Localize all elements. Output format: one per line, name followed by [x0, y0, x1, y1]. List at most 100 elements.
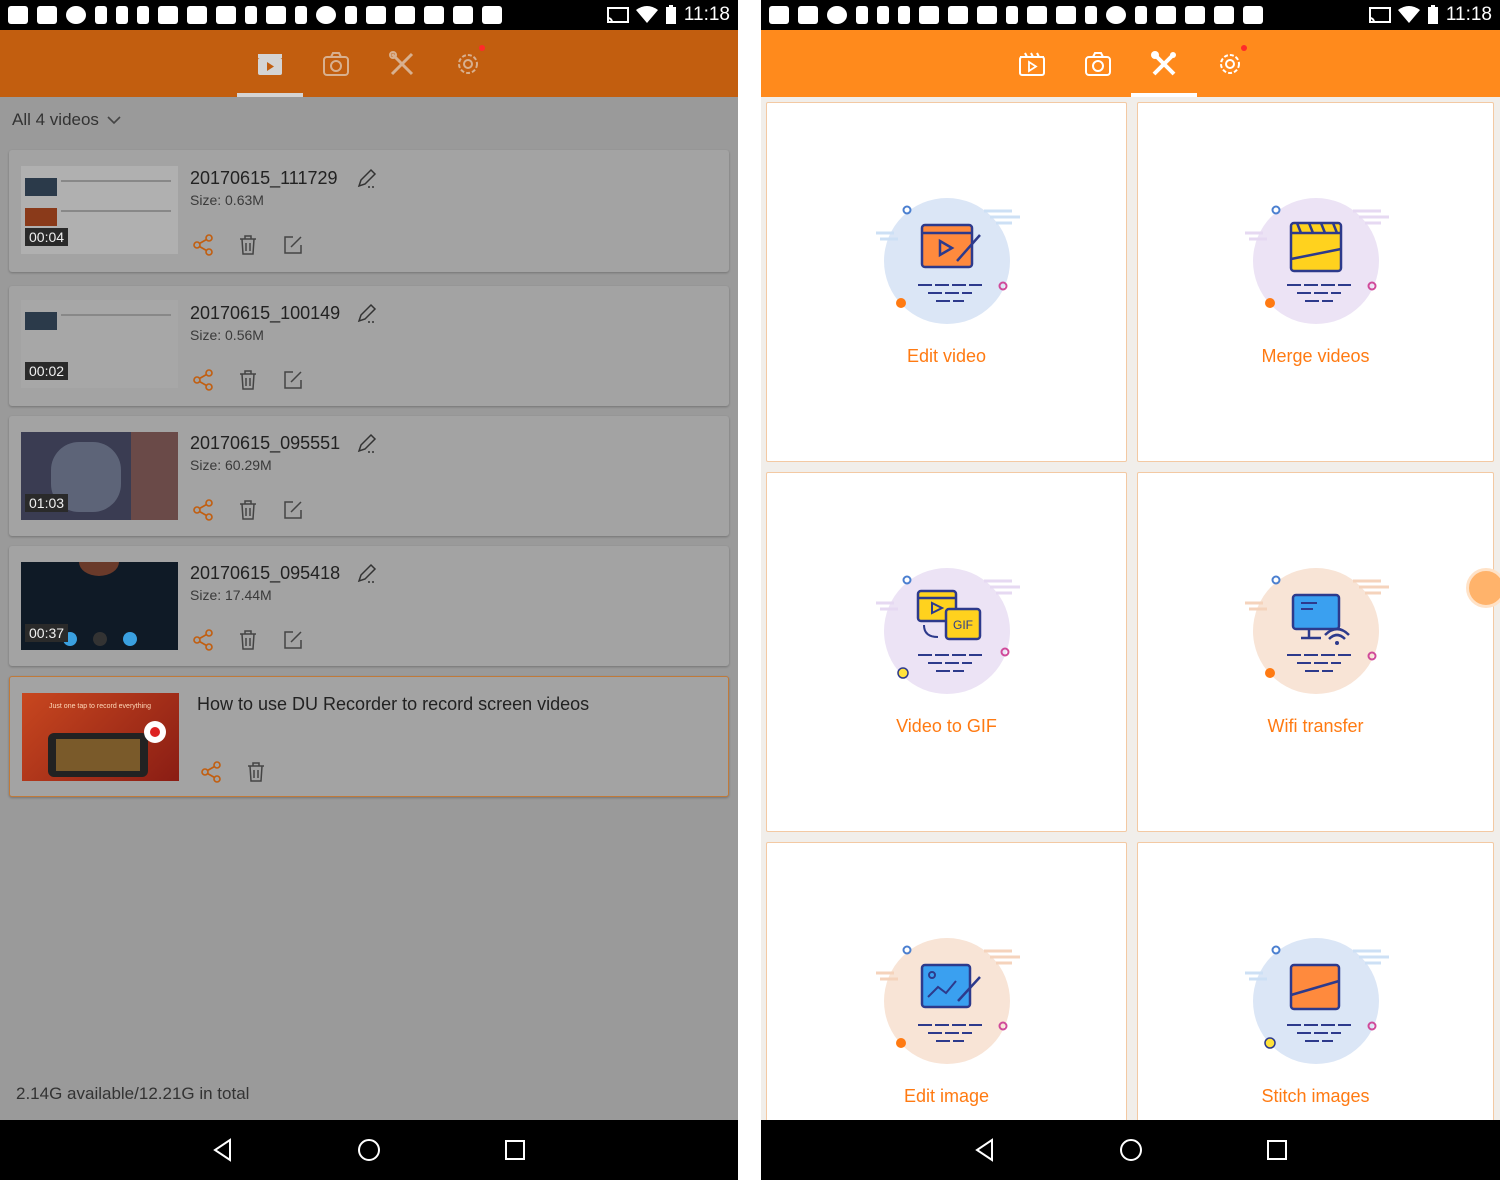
tutorial-card[interactable]: Just one tap to record everything How to…: [9, 676, 729, 797]
cast-icon: [1368, 7, 1391, 23]
edit-video-icon: [876, 198, 1020, 324]
delete-icon[interactable]: [237, 499, 259, 521]
tutorial-thumbnail[interactable]: Just one tap to record everything: [22, 693, 179, 781]
tab-tools[interactable]: [1130, 30, 1197, 97]
video-card[interactable]: 00:04 20170615_111729 Size: 0.63M: [9, 150, 729, 272]
tab-screenshots[interactable]: [1065, 30, 1131, 97]
share-icon[interactable]: [192, 369, 214, 391]
video-title: 20170615_095551: [190, 433, 341, 453]
tutorial-title: How to use DU Recorder to record screen …: [197, 694, 590, 714]
app-icon: [366, 6, 386, 24]
edit-icon[interactable]: [282, 499, 304, 521]
delete-icon[interactable]: [237, 629, 259, 651]
camera-icon: [323, 51, 349, 76]
home-icon[interactable]: [1118, 1137, 1144, 1163]
app-icon: [1156, 6, 1176, 24]
video-thumbnail[interactable]: 00:04: [21, 166, 178, 254]
edit-icon[interactable]: [282, 369, 304, 391]
tool-video-to-gif[interactable]: GIF Video to GIF: [766, 472, 1127, 832]
upload-icon: [345, 6, 357, 24]
chat-icon: [769, 6, 789, 24]
book-icon: [1185, 6, 1205, 24]
camera-icon: [1084, 51, 1111, 76]
cast-icon: [606, 7, 629, 23]
merge-videos-icon: [1245, 198, 1389, 324]
rename-pencil-icon[interactable]: [356, 302, 378, 324]
app-f-icon: [116, 6, 128, 24]
tab-screenshots[interactable]: [303, 30, 369, 97]
tool-edit-image[interactable]: Edit image: [766, 842, 1127, 1142]
video-card[interactable]: 01:03 20170615_095551 Size: 60.29M: [9, 416, 729, 536]
edit-icon[interactable]: [282, 629, 304, 651]
app-f-icon: [95, 6, 107, 24]
settings-badge: [479, 45, 485, 51]
share-icon[interactable]: [192, 234, 214, 256]
tool-label: Merge videos: [1261, 346, 1370, 366]
system-status: 11:18: [1368, 4, 1492, 26]
recents-icon[interactable]: [502, 1137, 528, 1163]
share-icon[interactable]: [200, 761, 222, 783]
tool-wifi-transfer[interactable]: Wifi transfer: [1137, 472, 1494, 832]
edit-icon[interactable]: [282, 234, 304, 256]
video-duration: 00:02: [25, 362, 69, 380]
rename-pencil-icon[interactable]: [356, 432, 378, 454]
upload-icon: [1135, 6, 1147, 24]
wifi-transfer-icon: [1245, 568, 1389, 694]
assistant-icon: [1106, 6, 1126, 24]
video-title: 20170615_095418: [190, 563, 341, 583]
tool-edit-video[interactable]: Edit video: [766, 102, 1127, 462]
video-thumbnail[interactable]: 00:37: [21, 562, 178, 650]
video-size: Size: 60.29M: [190, 457, 272, 473]
video-filter-dropdown[interactable]: All 4 videos: [12, 110, 121, 130]
settings-notif-icon: [66, 6, 86, 24]
tab-settings[interactable]: [1197, 30, 1263, 97]
home-icon[interactable]: [356, 1137, 382, 1163]
youtube-icon: [977, 6, 997, 24]
top-tab-bar: [0, 30, 738, 97]
card-icon: [424, 6, 444, 24]
top-tab-bar: [761, 30, 1500, 97]
tool-merge-videos[interactable]: Merge videos: [1137, 102, 1494, 462]
recents-icon[interactable]: [1264, 1137, 1290, 1163]
share-icon[interactable]: [192, 499, 214, 521]
video-thumbnail[interactable]: 01:03: [21, 432, 178, 520]
download-icon: [245, 6, 257, 24]
share-icon[interactable]: [192, 629, 214, 651]
tools-icon: [1150, 50, 1176, 75]
chevron-down-icon: [107, 116, 121, 125]
video-size: Size: 0.56M: [190, 327, 264, 343]
settings-notif-icon: [827, 6, 847, 24]
video-title: 20170615_111729: [190, 168, 338, 188]
tab-tools[interactable]: [369, 30, 435, 97]
delete-icon[interactable]: [245, 761, 267, 783]
video-thumbnail[interactable]: 00:02: [21, 300, 178, 388]
video-clapper-icon: [258, 53, 282, 75]
battery-icon: [1427, 5, 1438, 24]
delete-icon[interactable]: [237, 369, 259, 391]
tab-videos[interactable]: [237, 30, 303, 97]
tool-label: Wifi transfer: [1267, 716, 1364, 736]
delete-icon[interactable]: [237, 234, 259, 256]
tab-settings[interactable]: [435, 30, 501, 97]
floating-record-button[interactable]: [1466, 568, 1500, 608]
tool-stitch-images[interactable]: Stitch images: [1137, 842, 1494, 1142]
tool-label: Video to GIF: [896, 716, 997, 736]
mail-icon: [266, 6, 286, 24]
video-camera-icon: [37, 6, 57, 24]
rename-pencil-icon[interactable]: [356, 562, 378, 584]
youtube-icon: [187, 6, 207, 24]
video-card[interactable]: 00:02 20170615_100149 Size: 0.56M: [9, 286, 729, 406]
youtube-icon: [216, 6, 236, 24]
video-to-gif-icon: GIF: [876, 568, 1020, 694]
gear-icon: [458, 53, 478, 74]
notification-icons: [8, 6, 502, 24]
tab-videos[interactable]: [999, 30, 1065, 97]
image-icon: [1027, 6, 1047, 24]
video-size: Size: 17.44M: [190, 587, 272, 603]
back-icon[interactable]: [972, 1137, 998, 1163]
app-icon: [919, 6, 939, 24]
video-card[interactable]: 00:37 20170615_095418 Size: 17.44M: [9, 546, 729, 666]
back-icon[interactable]: [210, 1137, 236, 1163]
rename-pencil-icon[interactable]: [356, 167, 378, 189]
play-icon: [295, 6, 307, 24]
